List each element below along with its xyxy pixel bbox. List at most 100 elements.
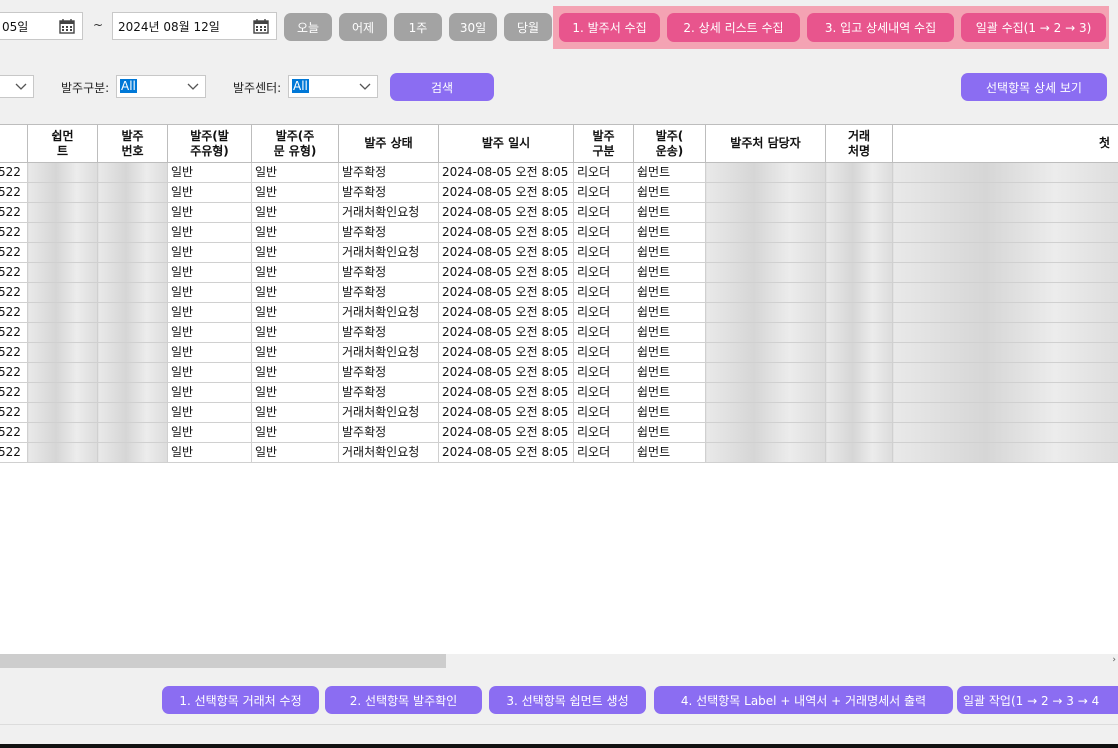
redacted-cell [705,242,826,263]
table-cell: 일반 [251,282,339,303]
table-row[interactable]: 522 일반 일반 거래처확인요청 2024-08-05 오전 8:05 리오더 쉽먼트 [0,202,1118,223]
date-separator: ~ [93,18,104,32]
collect-orders-button[interactable]: 1. 발주서 수집 [559,13,660,42]
orders-grid: 쉽먼 트 발주 번호 발주(발 주유형) 발주(주 문 유형) 발주 상태 발주 일시 발주… [0,124,1118,654]
window-bottom-edge [0,744,1118,748]
start-date-field[interactable]: 05일 [0,12,83,40]
table-cell: 리오더 [573,182,634,203]
table-cell: 일반 [251,182,339,203]
end-date-field[interactable]: 2024년 08월 12일 [112,12,277,40]
calendar-icon[interactable] [253,18,269,34]
table-row[interactable]: 522 일반 일반 발주확정 2024-08-05 오전 8:05 리오더 쉽먼트 [0,362,1118,383]
table-cell: 2024-08-05 오전 8:05 [438,282,574,303]
column-header[interactable]: 발주 번호 [97,124,168,163]
redacted-cell [825,382,893,403]
view-selected-detail-button[interactable]: 선택항목 상세 보기 [961,73,1107,101]
one-week-button[interactable]: 1주 [394,13,442,41]
table-row[interactable]: 522 일반 일반 발주확정 2024-08-05 오전 8:05 리오더 쉽먼트 [0,182,1118,203]
redacted-cell [892,182,1118,203]
create-shipment-button[interactable]: 3. 선택항목 쉽먼트 생성 [489,686,646,714]
batch-work-button[interactable]: 일괄 작업(1 → 2 → 3 → 4 [957,686,1118,714]
redacted-cell [97,402,168,423]
column-header[interactable] [0,124,28,163]
redacted-cell [892,342,1118,363]
table-cell: 쉽먼트 [633,382,706,403]
table-cell: 쉽먼트 [633,302,706,323]
table-cell: 리오더 [573,342,634,363]
table-cell: 2024-08-05 오전 8:05 [438,362,574,383]
table-cell: 2024-08-05 오전 8:05 [438,302,574,323]
redacted-cell [97,162,168,183]
table-cell: 리오더 [573,422,634,443]
table-row[interactable]: 522 일반 일반 거래처확인요청 2024-08-05 오전 8:05 리오더 쉽먼트 [0,342,1118,363]
redacted-cell [705,282,826,303]
column-header[interactable]: 거래 처명 [825,124,893,163]
table-row[interactable]: 522 일반 일반 발주확정 2024-08-05 오전 8:05 리오더 쉽먼트 [0,262,1118,283]
table-cell: 쉽먼트 [633,182,706,203]
redacted-cell [892,322,1118,343]
table-cell: 리오더 [573,242,634,263]
scrollbar-thumb[interactable] [0,654,446,668]
calendar-icon[interactable] [59,18,75,34]
table-row[interactable]: 522 일반 일반 발주확정 2024-08-05 오전 8:05 리오더 쉽먼트 [0,162,1118,183]
redacted-cell [97,342,168,363]
confirm-order-button[interactable]: 2. 선택항목 발주확인 [325,686,482,714]
filter-dropdown-partial[interactable] [0,75,34,98]
collect-all-button[interactable]: 일괄 수집(1 → 2 → 3) [961,13,1106,42]
redacted-cell [705,362,826,383]
redacted-cell [27,382,98,403]
redacted-cell [27,422,98,443]
table-cell: 쉽먼트 [633,202,706,223]
table-row[interactable]: 522 일반 일반 발주확정 2024-08-05 오전 8:05 리오더 쉽먼트 [0,222,1118,243]
this-month-button[interactable]: 당월 [504,13,552,41]
table-cell: 2024-08-05 오전 8:05 [438,262,574,283]
column-header[interactable]: 발주 구분 [573,124,634,163]
edit-supplier-button[interactable]: 1. 선택항목 거래처 수정 [162,686,319,714]
table-cell: 리오더 [573,262,634,283]
table-row[interactable]: 522 일반 일반 거래처확인요청 2024-08-05 오전 8:05 리오더 쉽먼트 [0,242,1118,263]
table-row[interactable]: 522 일반 일반 발주확정 2024-08-05 오전 8:05 리오더 쉽먼트 [0,282,1118,303]
table-row[interactable]: 522 일반 일반 거래처확인요청 2024-08-05 오전 8:05 리오더 쉽먼트 [0,402,1118,423]
table-cell: 2024-08-05 오전 8:05 [438,382,574,403]
horizontal-scrollbar[interactable]: › [0,654,1118,668]
print-documents-button[interactable]: 4. 선택항목 Label + 내역서 + 거래명세서 출력 [654,686,953,714]
collect-detail-list-button[interactable]: 2. 상세 리스트 수집 [667,13,800,42]
redacted-cell [892,242,1118,263]
yesterday-button[interactable]: 어제 [339,13,387,41]
redacted-cell [825,342,893,363]
redacted-cell [27,202,98,223]
redacted-cell [892,402,1118,423]
table-row[interactable]: 522 일반 일반 발주확정 2024-08-05 오전 8:05 리오더 쉽먼트 [0,382,1118,403]
redacted-cell [825,402,893,423]
table-cell: 쉽먼트 [633,442,706,463]
column-header[interactable]: 발주처 담당자 [705,124,826,163]
table-row[interactable]: 522 일반 일반 거래처확인요청 2024-08-05 오전 8:05 리오더 쉽먼트 [0,302,1118,323]
table-row[interactable]: 522 일반 일반 발주확정 2024-08-05 오전 8:05 리오더 쉽먼트 [0,422,1118,443]
scroll-right-icon[interactable]: › [1112,655,1116,665]
center-select[interactable]: All [288,75,378,98]
column-header[interactable]: 쉽먼 트 [27,124,98,163]
table-row[interactable]: 522 일반 일반 거래처확인요청 2024-08-05 오전 8:05 리오더 쉽먼트 [0,442,1118,463]
order-type-select[interactable]: All [116,75,206,98]
table-cell: 일반 [167,302,252,323]
table-cell: 일반 [167,382,252,403]
today-button[interactable]: 오늘 [284,13,332,41]
column-header[interactable]: 발주 일시 [438,124,574,163]
search-button[interactable]: 검색 [390,73,494,101]
column-header[interactable]: 발주(발 주유형) [167,124,252,163]
column-header[interactable]: 첫 [892,124,1118,163]
table-cell: 일반 [167,322,252,343]
table-cell: 일반 [167,402,252,423]
redacted-cell [27,362,98,383]
thirty-days-button[interactable]: 30일 [449,13,497,41]
collect-inbound-detail-button[interactable]: 3. 입고 상세내역 수집 [807,13,954,42]
table-cell: 리오더 [573,442,634,463]
column-header[interactable]: 발주 상태 [338,124,439,163]
table-row[interactable]: 522 일반 일반 발주확정 2024-08-05 오전 8:05 리오더 쉽먼트 [0,322,1118,343]
redacted-cell [97,242,168,263]
table-cell: 일반 [167,222,252,243]
table-cell: 일반 [167,422,252,443]
table-cell: 2024-08-05 오전 8:05 [438,422,574,443]
column-header[interactable]: 발주( 운송) [633,124,706,163]
column-header[interactable]: 발주(주 문 유형) [251,124,339,163]
